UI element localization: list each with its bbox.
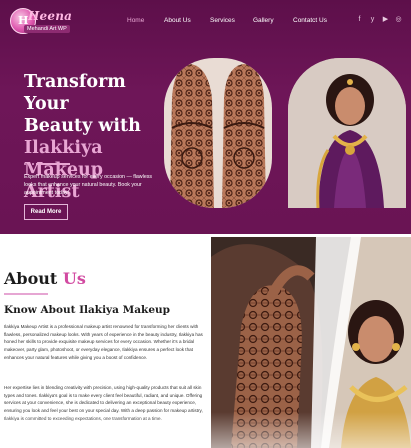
- read-more-button[interactable]: Read More: [24, 204, 68, 220]
- twitter-icon[interactable]: y: [368, 15, 377, 24]
- about-divider: [4, 293, 48, 295]
- youtube-icon[interactable]: ▶: [381, 15, 390, 24]
- about-paragraph-1: Ilakkiya Makeup Artist is a professional…: [4, 324, 203, 360]
- facebook-icon[interactable]: f: [355, 15, 364, 24]
- about-collage-image: [211, 237, 411, 448]
- hero-section: H Heena Mehandi Art WP Home About Us Ser…: [0, 0, 411, 234]
- nav-services[interactable]: Services: [210, 17, 235, 24]
- about-title: About Us: [4, 269, 86, 288]
- hero-divider: [24, 163, 70, 165]
- nav-home[interactable]: Home: [127, 17, 144, 24]
- about-title-text: About: [4, 269, 58, 288]
- nav-about-us[interactable]: About Us: [164, 17, 191, 24]
- instagram-icon[interactable]: ◎: [394, 15, 403, 24]
- hero-title-line1: Transform Your: [24, 72, 126, 114]
- site-logo[interactable]: H Heena Mehandi Art WP: [10, 8, 74, 34]
- social-links: f y ▶ ◎: [355, 15, 403, 25]
- nav-contact-us[interactable]: Contatct Us: [293, 17, 327, 24]
- about-subtitle: Know About Ilakiya Makeup: [4, 304, 170, 316]
- logo-name: Heena: [28, 9, 73, 23]
- mehndi-hands-image: [164, 58, 272, 208]
- hero-title-line2: Beauty with: [24, 116, 141, 136]
- about-paragraph-2: Her expertise lies in blending creativit…: [4, 385, 203, 421]
- about-title-accent: Us: [62, 269, 86, 288]
- about-section: About Us Know About Ilakiya Makeup Ilakk…: [0, 234, 411, 448]
- bridal-makeup-image: [288, 58, 406, 208]
- logo-tagline: Mehandi Art WP: [24, 25, 70, 33]
- nav-gallery[interactable]: Gallery: [253, 17, 274, 24]
- hero-description: Expert makeup services for every occasio…: [24, 174, 153, 196]
